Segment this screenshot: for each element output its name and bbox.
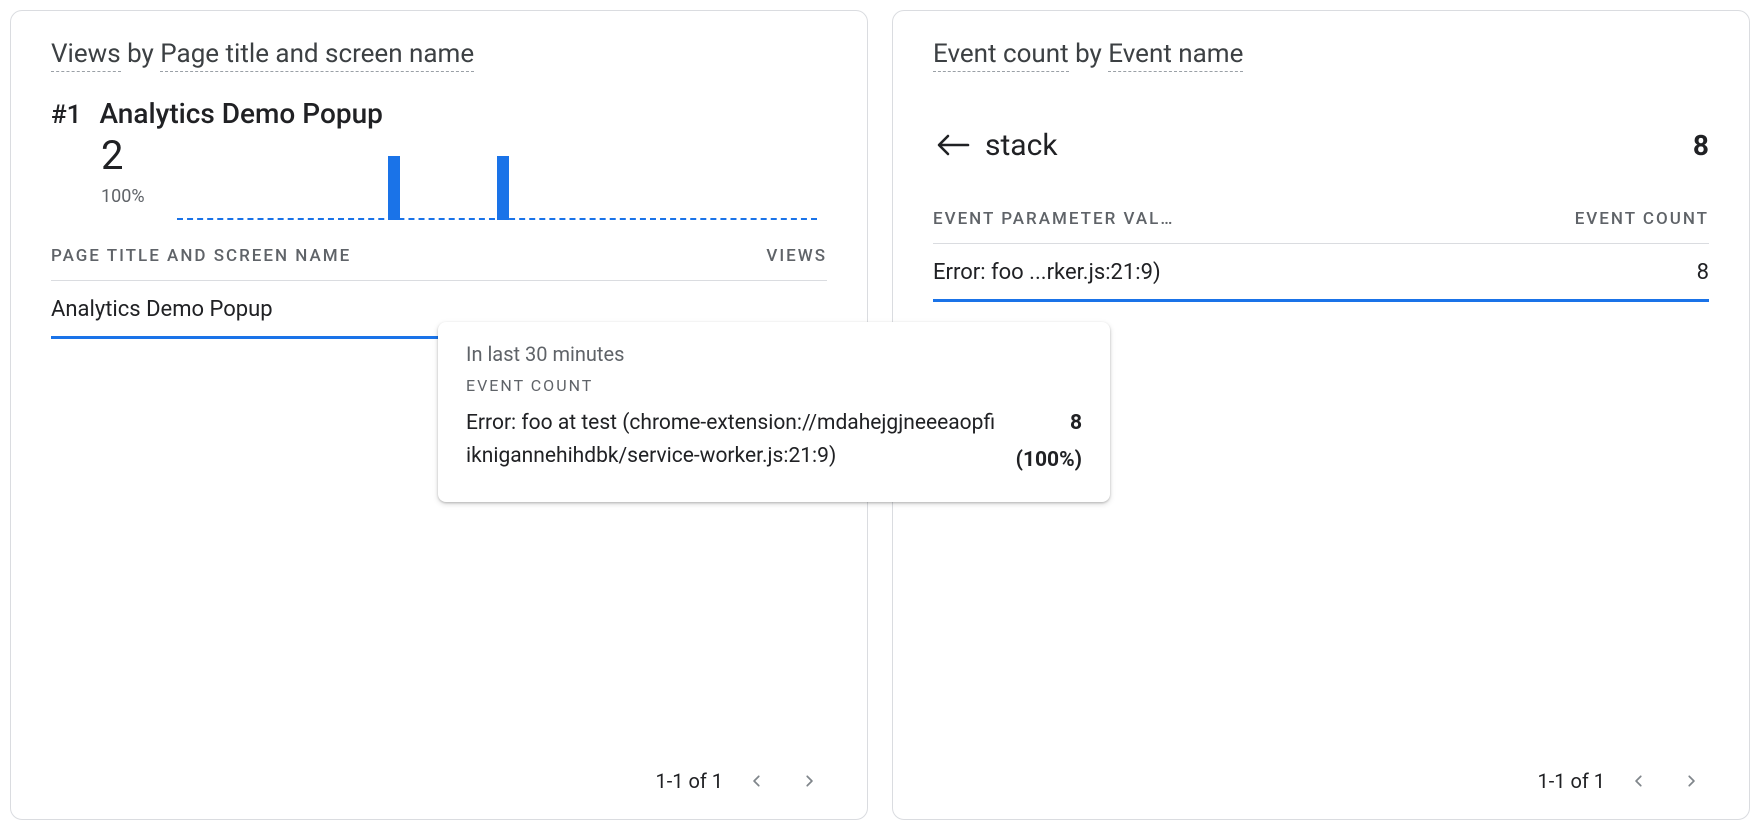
pager: 1-1 of 1 (51, 743, 827, 799)
row-label: Analytics Demo Popup (51, 297, 273, 322)
table-row[interactable]: Error: foo ...rker.js:21:9) 8 (933, 244, 1709, 302)
tooltip-value: 8 (1016, 407, 1082, 440)
chevron-right-icon (802, 770, 816, 792)
views-card-title: Views by Page title and screen name (51, 39, 827, 69)
arrow-left-icon (936, 133, 970, 157)
pager-text: 1-1 of 1 (655, 769, 723, 793)
events-table-header: EVENT PARAMETER VAL… EVENT COUNT (933, 209, 1709, 244)
pager-text: 1-1 of 1 (1537, 769, 1605, 793)
tooltip-text: Error: foo at test (chrome-extension://m… (466, 407, 996, 476)
chevron-right-icon (1684, 770, 1698, 792)
top-result-row: #1 Analytics Demo Popup (51, 97, 827, 130)
col-param-val: EVENT PARAMETER VAL… (933, 209, 1174, 229)
col-views: VIEWS (766, 246, 827, 266)
event-tooltip: In last 30 minutes EVENT COUNT Error: fo… (438, 322, 1110, 502)
dimension-name[interactable]: Page title and screen name (160, 39, 474, 72)
dimension-name[interactable]: Event name (1108, 39, 1243, 72)
views-count: 2 (101, 136, 145, 176)
tooltip-metric-label: EVENT COUNT (466, 376, 1082, 395)
events-card-title: Event count by Event name (933, 39, 1709, 69)
prev-page-button[interactable] (739, 763, 775, 799)
views-table-header: PAGE TITLE AND SCREEN NAME VIEWS (51, 246, 827, 281)
event-name-label: stack (985, 128, 1693, 163)
back-button[interactable] (933, 125, 973, 165)
tooltip-timeframe: In last 30 minutes (466, 342, 1082, 366)
row-value: 8 (1697, 260, 1709, 285)
metric-name[interactable]: Views (51, 39, 121, 72)
chevron-left-icon (1632, 770, 1646, 792)
col-event-count: EVENT COUNT (1575, 209, 1709, 229)
tooltip-percent: (100%) (1016, 444, 1082, 477)
next-page-button[interactable] (1673, 763, 1709, 799)
prev-page-button[interactable] (1621, 763, 1657, 799)
top-result-label: Analytics Demo Popup (99, 97, 382, 130)
sparkline-bar (497, 156, 509, 220)
sparkline-bar (388, 156, 400, 220)
pager: 1-1 of 1 (933, 743, 1709, 799)
rank-badge: #1 (51, 100, 81, 130)
sparkline-chart (177, 140, 817, 220)
metric-name[interactable]: Event count (933, 39, 1069, 72)
event-total: 8 (1693, 129, 1709, 162)
chevron-left-icon (750, 770, 764, 792)
row-label: Error: foo ...rker.js:21:9) (933, 260, 1161, 285)
col-page-title: PAGE TITLE AND SCREEN NAME (51, 246, 351, 266)
next-page-button[interactable] (791, 763, 827, 799)
views-percent: 100% (101, 186, 145, 207)
